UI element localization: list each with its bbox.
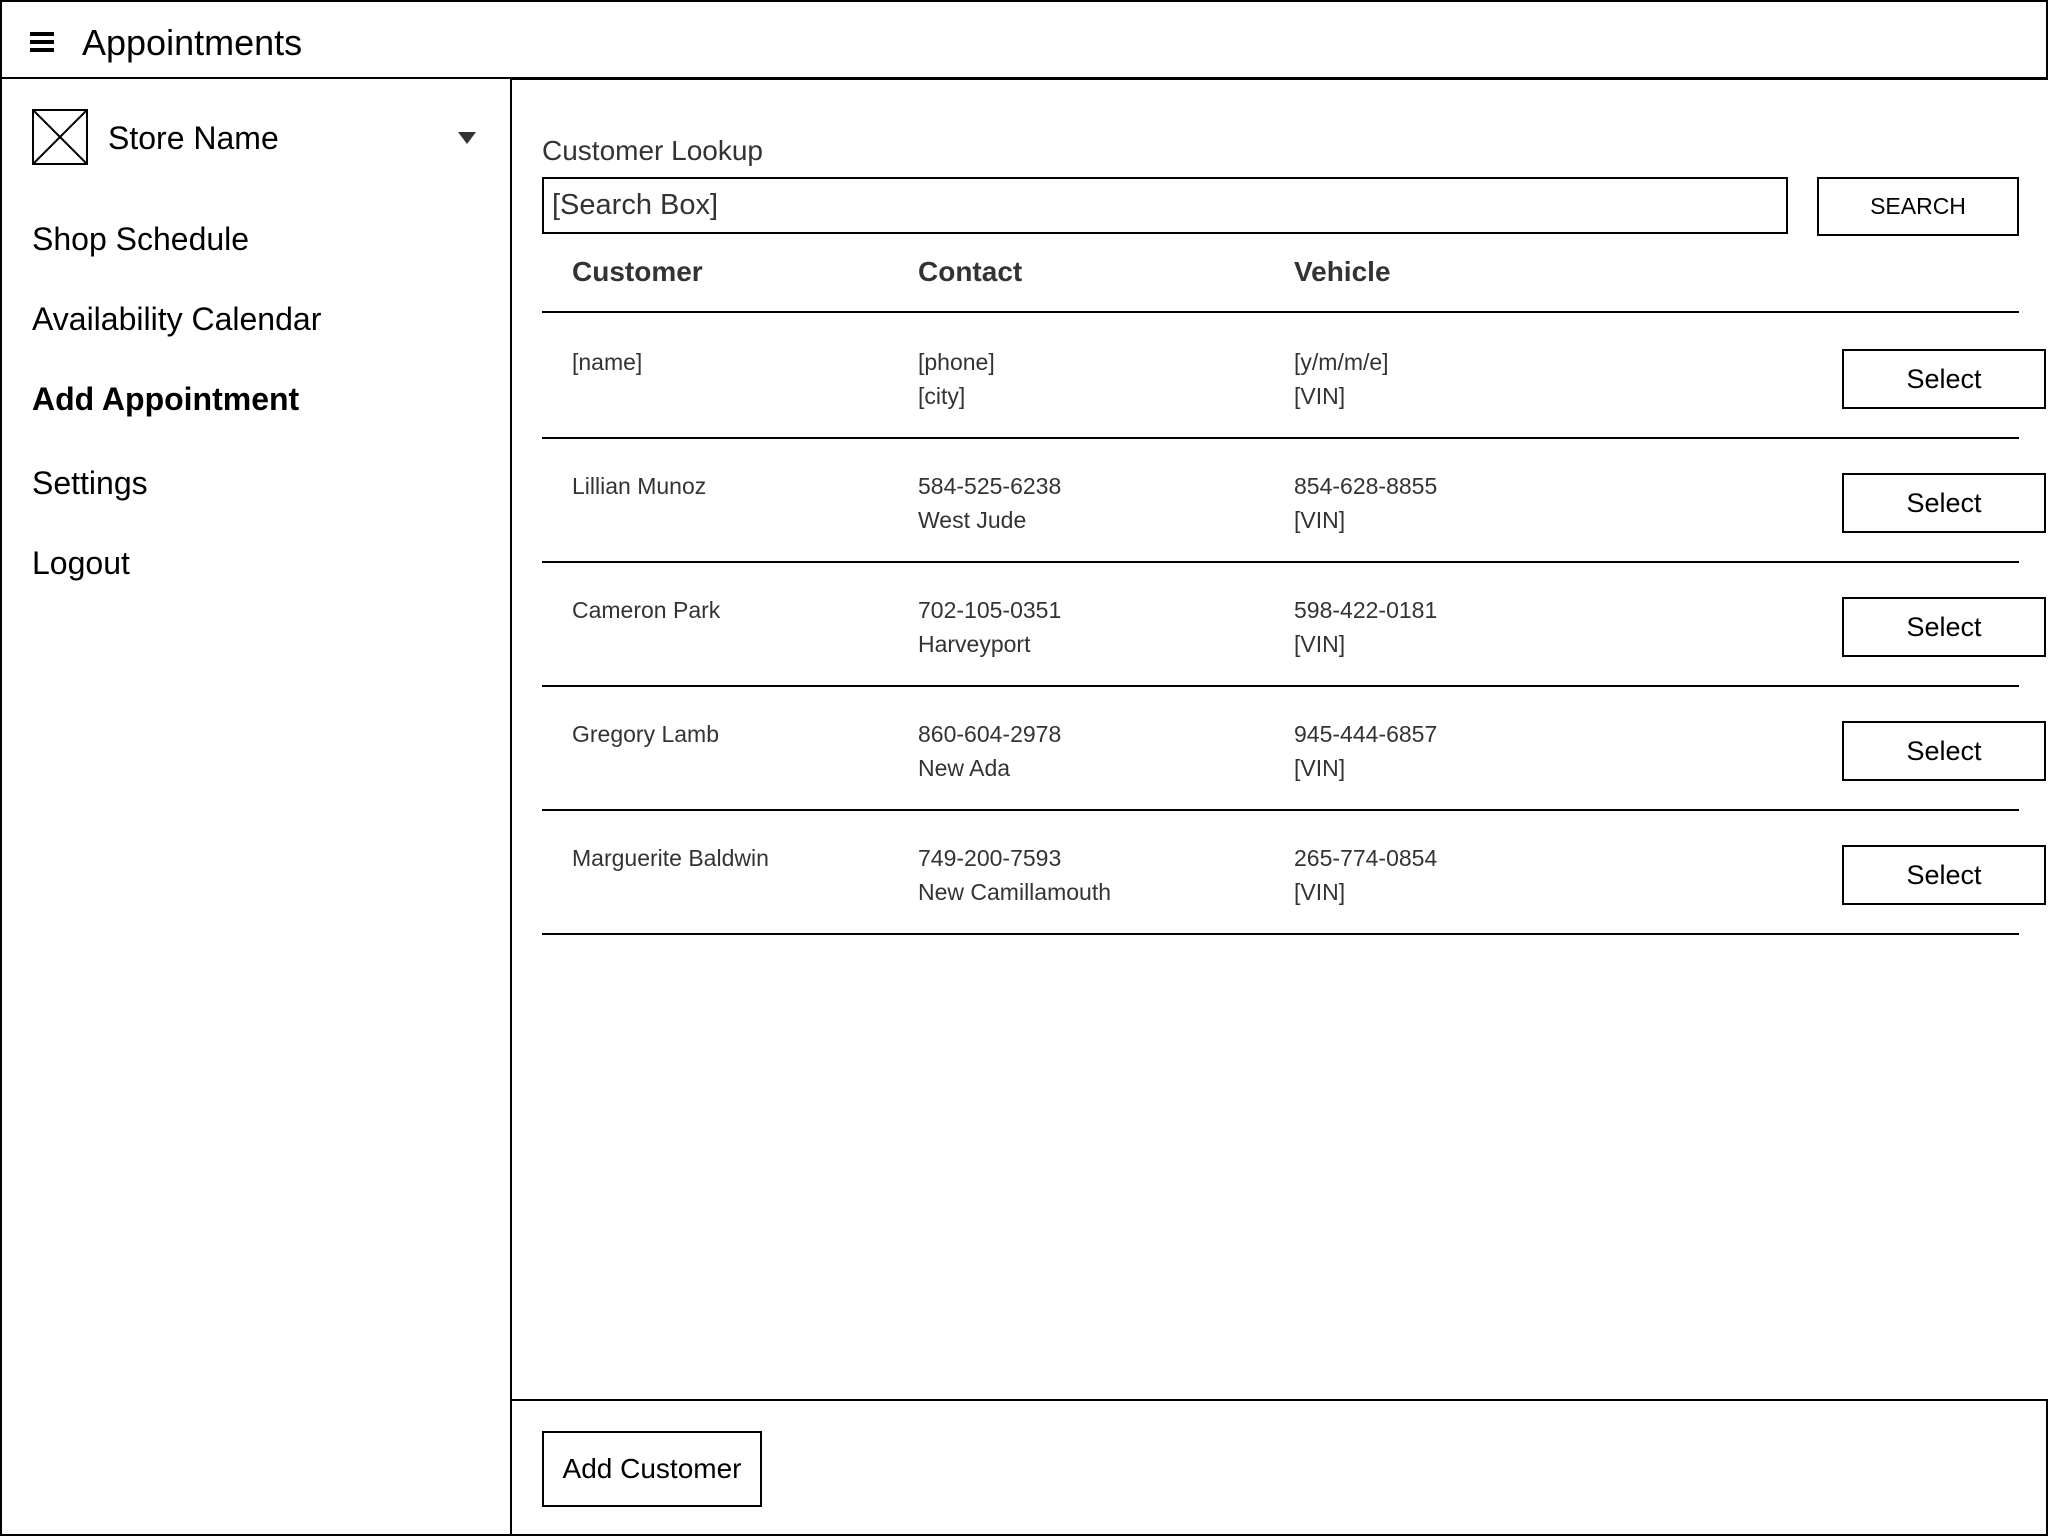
column-header-customer: Customer (572, 256, 703, 287)
customer-city: New Camillamouth (918, 879, 1112, 905)
row-divider (542, 933, 2019, 935)
sidebar-item-shop-schedule[interactable]: Shop Schedule (32, 220, 249, 258)
vehicle-description: 265-774-0854 (1294, 845, 1438, 871)
customer-name: Lillian Munoz (572, 473, 707, 499)
customer-phone: 860-604-2978 (918, 721, 1062, 747)
sidebar-item-settings[interactable]: Settings (32, 464, 148, 502)
customer-phone: 749-200-7593 (918, 845, 1062, 871)
column-header-contact: Contact (918, 256, 1023, 287)
sidebar: Store Name Shop Schedule Availability Ca… (0, 79, 512, 1536)
customer-phone: 584-525-6238 (918, 473, 1062, 499)
store-name: Store Name (108, 120, 279, 156)
app-window: Appointments Store Name Shop Schedule Av… (0, 0, 2048, 1536)
main-content: Customer Lookup SEARCH Customer Contact … (512, 79, 2048, 1399)
sidebar-item-logout[interactable]: Logout (32, 544, 130, 582)
customer-city: New Ada (918, 755, 1011, 781)
customer-phone: [phone] (918, 349, 995, 375)
search-button[interactable]: SEARCH (1817, 177, 2019, 236)
select-button[interactable]: Select (1842, 349, 2046, 409)
customer-lookup-label: Customer Lookup (542, 135, 764, 166)
page-title: Appointments (82, 22, 303, 63)
select-button[interactable]: Select (1842, 845, 2046, 905)
vehicle-vin: [VIN] (1294, 507, 1346, 533)
vehicle-vin: [VIN] (1294, 631, 1346, 657)
customer-city: Harveyport (918, 631, 1031, 657)
customer-name: Cameron Park (572, 597, 721, 623)
search-input[interactable] (542, 177, 1788, 234)
customer-city: [city] (918, 383, 966, 409)
footer-bar: Add Customer (510, 1399, 2048, 1536)
customer-city: West Jude (918, 507, 1027, 533)
table-row: Cameron Park 702-105-0351 Harveyport 598… (542, 561, 2046, 685)
vehicle-vin: [VIN] (1294, 755, 1346, 781)
table-row: Lillian Munoz 584-525-6238 West Jude 854… (542, 437, 2046, 561)
select-button[interactable]: Select (1842, 597, 2046, 657)
vehicle-description: 945-444-6857 (1294, 721, 1438, 747)
hamburger-menu-icon[interactable] (30, 32, 54, 52)
chevron-down-icon[interactable] (458, 132, 476, 144)
customer-name: Gregory Lamb (572, 721, 720, 747)
customer-phone: 702-105-0351 (918, 597, 1062, 623)
table-row: Gregory Lamb 860-604-2978 New Ada 945-44… (542, 685, 2046, 809)
select-button[interactable]: Select (1842, 473, 2046, 533)
sidebar-item-add-appointment[interactable]: Add Appointment (32, 380, 299, 418)
add-customer-button[interactable]: Add Customer (542, 1431, 762, 1507)
vehicle-description: [y/m/m/e] (1294, 349, 1389, 375)
table-row: [name] [phone] [city] [y/m/m/e] [VIN] Se… (542, 313, 2046, 437)
vehicle-vin: [VIN] (1294, 383, 1346, 409)
vehicle-description: 598-422-0181 (1294, 597, 1438, 623)
table-row: Marguerite Baldwin 749-200-7593 New Cami… (542, 809, 2046, 933)
customer-name: [name] (572, 349, 643, 375)
vehicle-vin: [VIN] (1294, 879, 1346, 905)
vehicle-description: 854-628-8855 (1294, 473, 1438, 499)
select-button[interactable]: Select (1842, 721, 2046, 781)
customer-name: Marguerite Baldwin (572, 845, 769, 871)
app-header: Appointments (0, 0, 2048, 80)
sidebar-item-availability-calendar[interactable]: Availability Calendar (32, 300, 321, 338)
column-header-vehicle: Vehicle (1294, 256, 1391, 287)
image-placeholder-icon (32, 109, 88, 165)
